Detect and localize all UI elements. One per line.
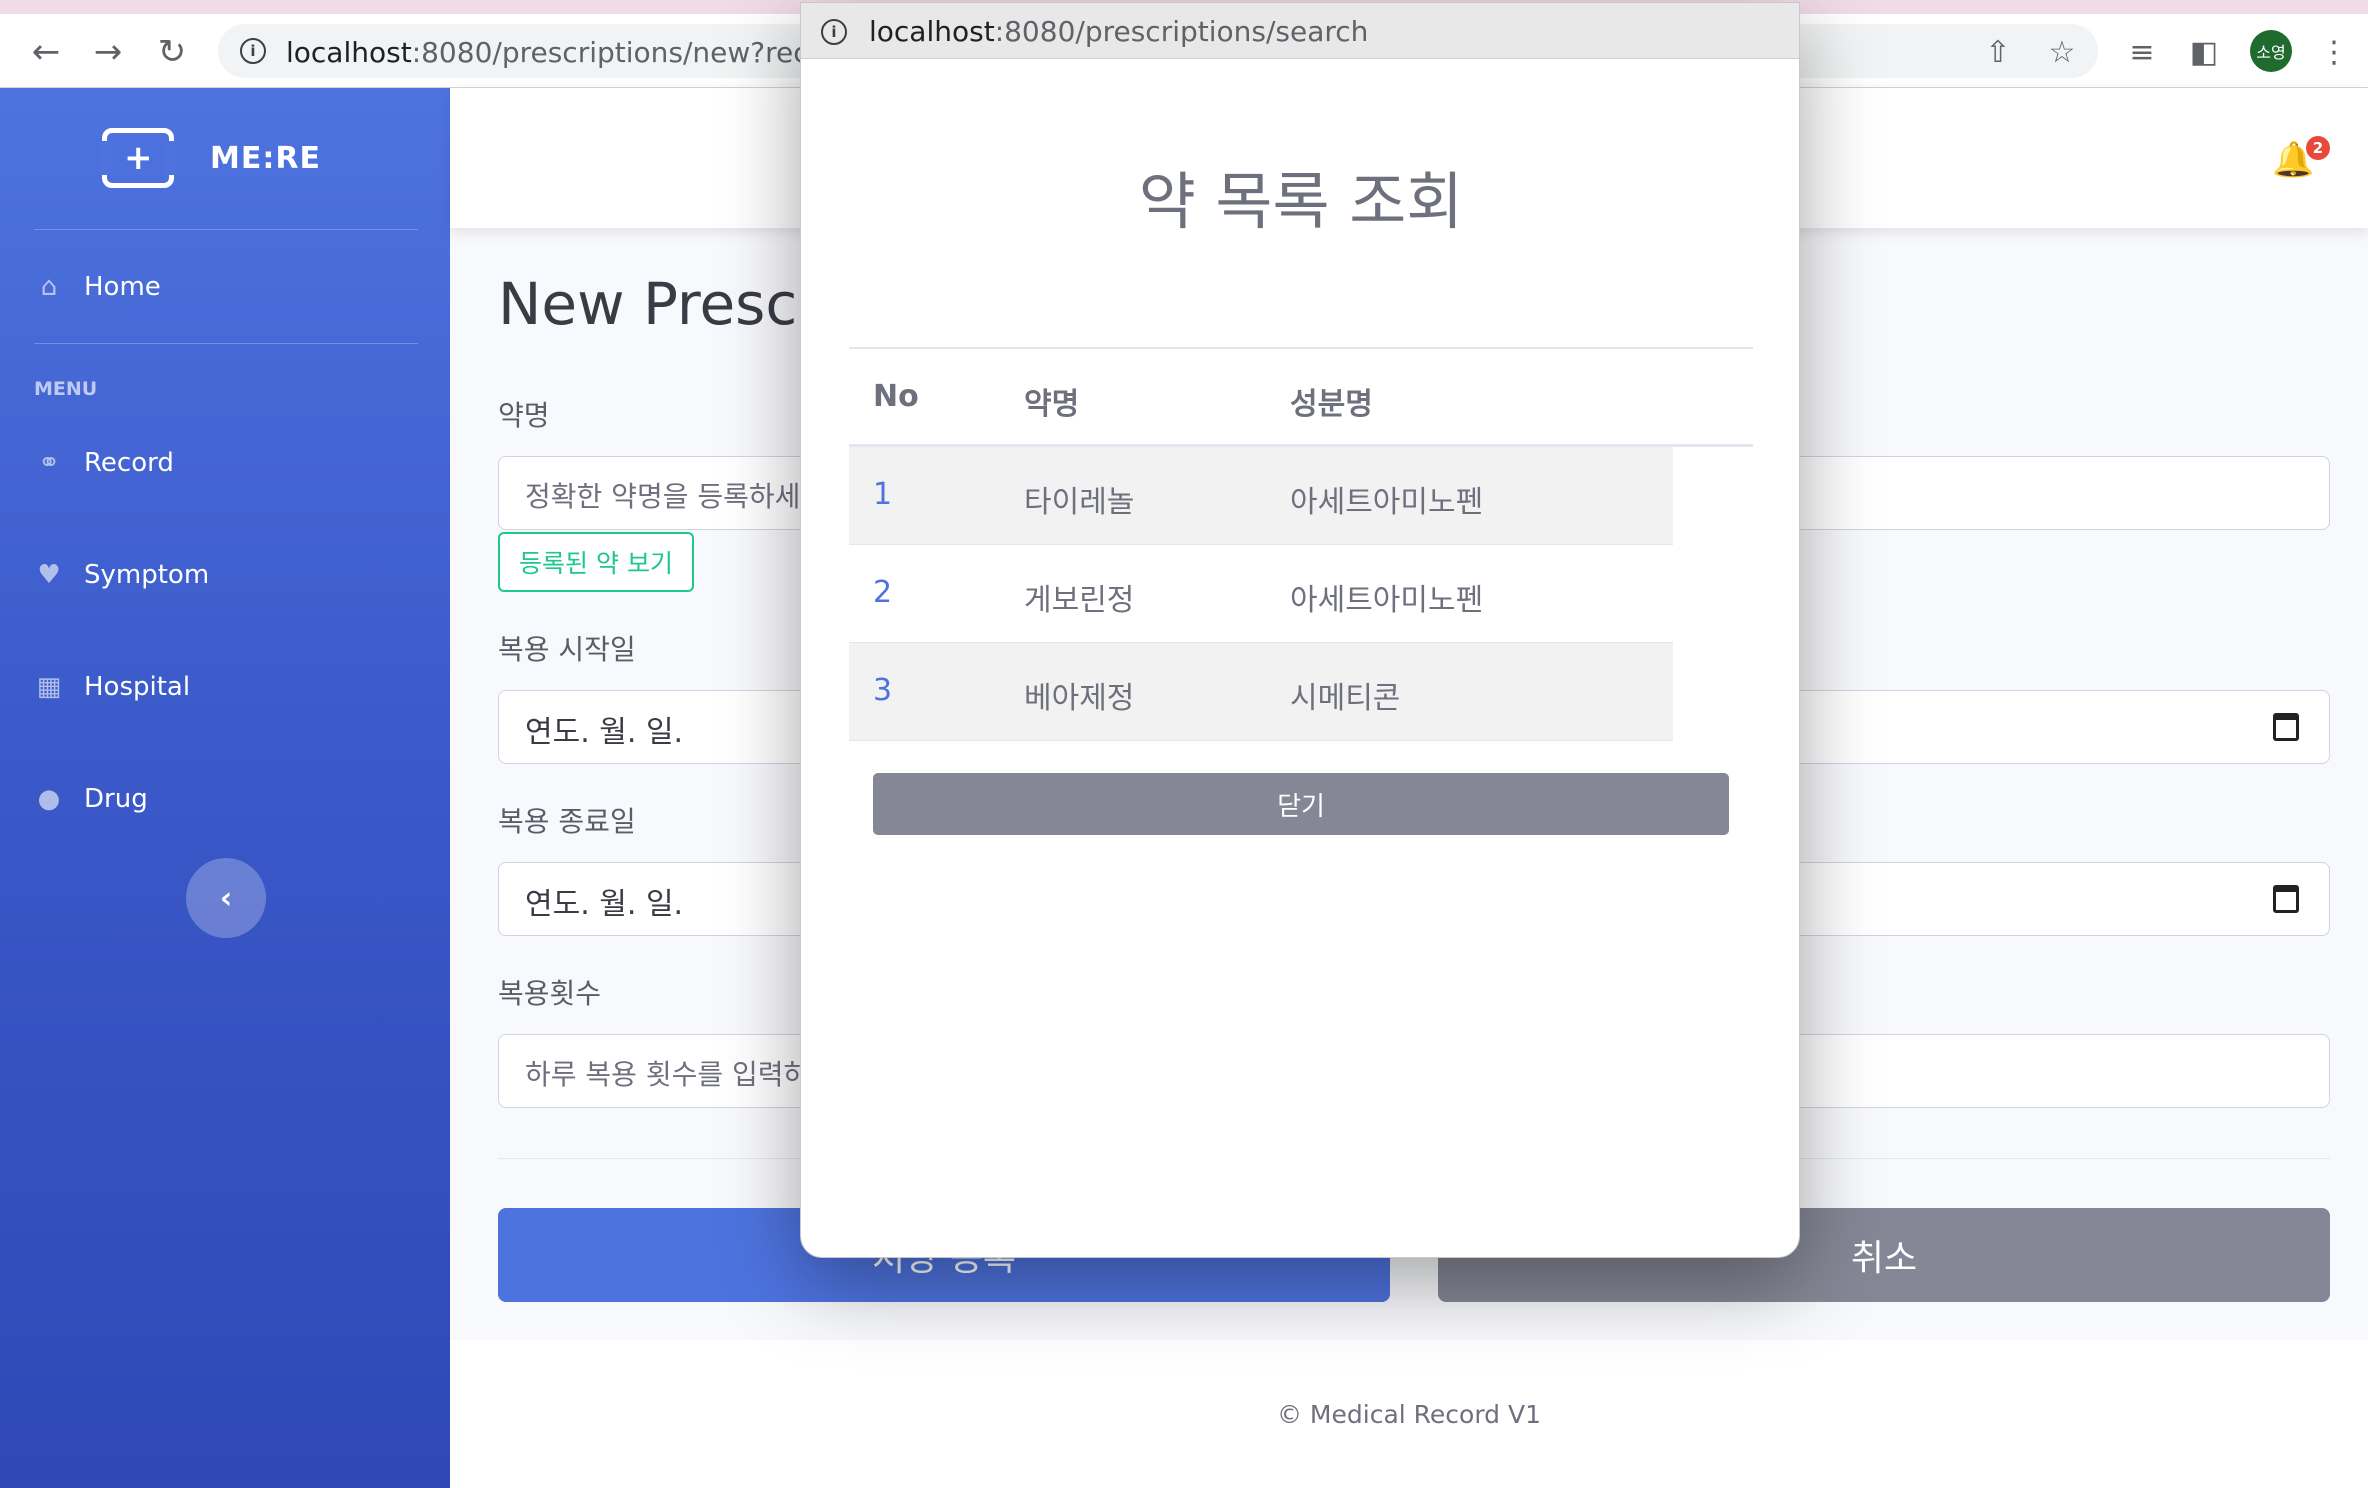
site-info-icon[interactable]: i — [240, 38, 266, 64]
calendar-icon[interactable] — [2273, 885, 2299, 913]
popup-title: 약 목록 조회 — [1138, 165, 1464, 238]
end-date-label: 복용 종료일 — [498, 805, 636, 838]
end-date-value: 연도. 월. 일. — [525, 887, 684, 922]
back-icon[interactable]: ← — [26, 32, 66, 72]
sidebar-item-label: Home — [84, 272, 161, 302]
sidebar-divider — [34, 343, 418, 344]
row-drug-name: 게보린정 — [1024, 583, 1135, 618]
view-registered-drugs-button[interactable]: 등록된 약 보기 — [498, 532, 694, 592]
calendar-icon[interactable] — [2273, 713, 2299, 741]
footer: © Medical Record V1 — [450, 1340, 2368, 1488]
row-no: 3 — [873, 673, 893, 708]
share-icon[interactable]: ⇧ — [1980, 34, 2016, 70]
medical-kit-icon: + — [99, 128, 177, 188]
profile-avatar[interactable]: 소영 — [2250, 30, 2292, 72]
drug-table: No 약명 성분명 1 타이레놀 아세트아미노펜 2 게보린정 아세트아미노펜 … — [849, 347, 1753, 741]
table-row[interactable]: 2 게보린정 아세트아미노펜 — [849, 545, 1673, 643]
menu-dots-icon[interactable]: ⋮ — [2316, 34, 2352, 70]
reload-icon[interactable]: ↻ — [152, 32, 192, 72]
site-info-icon[interactable]: i — [821, 19, 847, 45]
sidebar-toggle-button[interactable]: ‹ — [186, 858, 266, 938]
popup-url: localhost:8080/prescriptions/search — [869, 15, 1369, 48]
row-ingredient: 아세트아미노펜 — [1290, 485, 1484, 520]
column-header-ingredient: 성분명 — [1290, 387, 1373, 422]
column-header-no: No — [873, 379, 919, 414]
sidebar-item-label: Symptom — [84, 560, 210, 590]
brand-link[interactable]: + ME:RE — [99, 128, 321, 188]
sidebar-item-symptom[interactable]: ♥ Symptom — [34, 550, 209, 600]
home-icon: ⌂ — [40, 272, 58, 302]
start-date-value: 연도. 월. 일. — [525, 715, 684, 750]
pills-icon: ● — [37, 784, 61, 814]
row-drug-name: 베아제정 — [1024, 681, 1135, 716]
hospital-icon: ▦ — [36, 672, 62, 702]
sidebar-heading: MENU — [34, 378, 98, 400]
row-ingredient: 시메티콘 — [1290, 681, 1401, 716]
brand-name: ME:RE — [210, 140, 321, 176]
address-url[interactable]: localhost:8080/prescriptions/new?reco — [286, 36, 826, 69]
table-header: No 약명 성분명 — [849, 347, 1753, 447]
footer-copyright: © Medical Record V1 — [1276, 1400, 1541, 1429]
sidebar-item-label: Record — [84, 448, 174, 478]
row-drug-name: 타이레놀 — [1024, 485, 1135, 520]
reading-list-icon[interactable]: ≡ — [2124, 34, 2160, 70]
stethoscope-icon: ⚭ — [38, 448, 60, 478]
row-no: 2 — [873, 575, 893, 610]
side-panel-icon[interactable]: ◧ — [2186, 34, 2222, 70]
column-header-drug-name: 약명 — [1024, 387, 1080, 422]
popup-address-bar: i localhost:8080/prescriptions/search — [801, 3, 1799, 59]
sidebar-item-label: Drug — [84, 784, 148, 814]
bookmark-star-icon[interactable]: ☆ — [2044, 34, 2080, 70]
sidebar-item-drug[interactable]: ● Drug — [34, 774, 148, 824]
sidebar-item-home[interactable]: ⌂ Home — [34, 262, 161, 312]
table-row[interactable]: 3 베아제정 시메티콘 — [849, 643, 1673, 741]
notification-badge: 2 — [2306, 136, 2330, 160]
sidebar: + ME:RE ⌂ Home MENU ⚭ Record ♥ Symptom ▦… — [0, 88, 450, 1488]
row-no: 1 — [873, 477, 893, 512]
heartbeat-icon: ♥ — [37, 560, 61, 590]
sidebar-item-label: Hospital — [84, 672, 191, 702]
chevron-left-icon: ‹ — [219, 880, 233, 916]
drug-name-placeholder: 정확한 약명을 등록하세요 — [525, 480, 827, 513]
start-date-label: 복용 시작일 — [498, 633, 636, 666]
frequency-label: 복용횟수 — [498, 977, 602, 1010]
table-row[interactable]: 1 타이레놀 아세트아미노펜 — [849, 447, 1673, 545]
drug-search-popup: i localhost:8080/prescriptions/search 약 … — [800, 2, 1800, 1258]
drug-name-label: 약명 — [498, 399, 550, 432]
row-ingredient: 아세트아미노펜 — [1290, 583, 1484, 618]
sidebar-item-hospital[interactable]: ▦ Hospital — [34, 662, 190, 712]
close-button[interactable]: 닫기 — [873, 773, 1729, 835]
sidebar-item-record[interactable]: ⚭ Record — [34, 438, 174, 488]
sidebar-divider — [34, 229, 418, 230]
forward-icon[interactable]: → — [88, 32, 128, 72]
